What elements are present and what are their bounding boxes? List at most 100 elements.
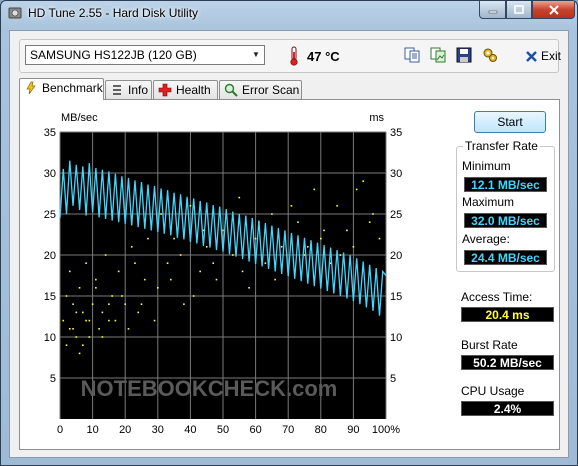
access-time-point bbox=[215, 278, 218, 281]
title-bar[interactable]: HD Tune 2.55 - Hard Disk Utility bbox=[1, 1, 577, 27]
maximum-label: Maximum bbox=[462, 195, 515, 209]
access-time-point bbox=[88, 336, 91, 338]
x-tick-label: 60 bbox=[249, 424, 261, 436]
access-time-point bbox=[166, 262, 169, 264]
access-time-point bbox=[143, 278, 146, 281]
client-area: SAMSUNG HS122JB (120 GB) ▼ 47 °C Exit Be… bbox=[9, 30, 569, 458]
start-button[interactable]: Start bbox=[474, 111, 546, 133]
health-icon bbox=[158, 83, 172, 97]
access-time-point bbox=[323, 229, 325, 232]
app-icon bbox=[8, 7, 22, 19]
access-time-point bbox=[368, 221, 371, 223]
close-icon bbox=[548, 4, 559, 15]
y2-tick-label: 5 bbox=[390, 373, 396, 385]
access-time-point bbox=[108, 319, 110, 322]
access-time-point bbox=[75, 311, 78, 314]
access-time-point bbox=[157, 287, 159, 289]
window-title: HD Tune 2.55 - Hard Disk Utility bbox=[28, 6, 199, 20]
x-tick-label: 50 bbox=[217, 424, 229, 436]
access-time-point bbox=[85, 319, 87, 322]
cpu-usage-value: 2.4% bbox=[461, 401, 554, 416]
thermometer-icon bbox=[290, 46, 298, 66]
y2-tick-label: 15 bbox=[390, 291, 402, 303]
x-tick-label: 20 bbox=[119, 424, 131, 436]
y-tick-label: 15 bbox=[44, 291, 56, 303]
access-time-label: Access Time: bbox=[461, 290, 533, 304]
average-label: Average: bbox=[462, 232, 510, 246]
tab-info[interactable]: Info bbox=[105, 80, 152, 99]
tab-error-scan[interactable]: Error Scan bbox=[219, 80, 302, 99]
access-time-point bbox=[62, 319, 65, 322]
y-tick-label: 5 bbox=[50, 373, 56, 385]
access-time-point bbox=[82, 344, 84, 346]
exit-label: Exit bbox=[541, 49, 562, 63]
benchmark-chart: NOTEBOOKCHECK.com MB/sec ms 0 10 20 30 40 50 6… bbox=[44, 112, 403, 436]
access-time-point bbox=[72, 328, 74, 330]
save-icon[interactable] bbox=[456, 47, 472, 63]
temperature-readout: 47 °C bbox=[307, 49, 340, 64]
y2-tick-label: 25 bbox=[390, 209, 402, 221]
access-time-point bbox=[183, 303, 185, 305]
access-time-point bbox=[88, 319, 91, 322]
access-time-point bbox=[231, 254, 234, 256]
minimum-label: Minimum bbox=[462, 159, 511, 173]
burst-rate-label: Burst Rate bbox=[461, 338, 518, 352]
access-time-point bbox=[134, 262, 136, 264]
access-time-point bbox=[78, 352, 81, 355]
access-time-point bbox=[95, 287, 97, 289]
drive-select-value: SAMSUNG HS122JB (120 GB) bbox=[30, 48, 197, 62]
access-time-point bbox=[271, 213, 273, 215]
access-time-point bbox=[280, 246, 283, 248]
minimize-button[interactable] bbox=[479, 1, 506, 19]
info-icon bbox=[113, 85, 121, 95]
access-time-point bbox=[205, 246, 208, 248]
access-time-point bbox=[336, 205, 338, 207]
x-tick-label: 70 bbox=[282, 424, 294, 436]
exit-icon bbox=[526, 50, 537, 62]
access-time-point bbox=[212, 262, 215, 264]
access-time-point bbox=[127, 328, 130, 330]
minimize-icon bbox=[488, 10, 497, 13]
access-time-point bbox=[85, 262, 87, 264]
maximum-value: 32.0 MB/sec bbox=[464, 213, 547, 228]
access-time-point bbox=[290, 205, 293, 207]
drive-select[interactable]: SAMSUNG HS122JB (120 GB) ▼ bbox=[25, 45, 265, 65]
chevron-down-icon: ▼ bbox=[252, 50, 260, 59]
copy-text-icon[interactable] bbox=[404, 47, 420, 63]
access-time-point bbox=[95, 278, 97, 281]
access-time-point bbox=[170, 278, 172, 281]
y2-tick-label: 30 bbox=[390, 168, 402, 180]
y2-tick-label: 20 bbox=[390, 250, 402, 262]
access-time-point bbox=[78, 287, 81, 289]
close-button[interactable] bbox=[532, 1, 575, 19]
access-time-point bbox=[72, 303, 74, 305]
access-time-point bbox=[372, 213, 374, 215]
access-time-point bbox=[274, 278, 276, 281]
options-icon[interactable] bbox=[482, 47, 498, 63]
access-time-point bbox=[98, 328, 100, 330]
access-time-point bbox=[248, 287, 250, 289]
benchmark-icon bbox=[26, 81, 36, 95]
copy-screenshot-icon[interactable] bbox=[430, 47, 446, 63]
access-time-point bbox=[189, 205, 192, 207]
tab-benchmark[interactable]: Benchmark bbox=[19, 78, 104, 100]
tab-health[interactable]: Health bbox=[153, 80, 218, 99]
access-time-point bbox=[104, 254, 107, 256]
access-time-point bbox=[192, 295, 195, 297]
access-time-point bbox=[362, 180, 364, 182]
exit-button[interactable]: Exit bbox=[525, 46, 561, 66]
access-time-point bbox=[339, 254, 342, 256]
access-time-point bbox=[68, 270, 71, 273]
toolbar: SAMSUNG HS122JB (120 GB) ▼ 47 °C Exit bbox=[19, 39, 561, 73]
access-time-point bbox=[121, 295, 123, 297]
access-time-point bbox=[75, 336, 78, 338]
x-tick-label: 30 bbox=[152, 424, 164, 436]
access-time-point bbox=[254, 237, 257, 240]
x-tick-label: 40 bbox=[184, 424, 196, 436]
access-time-point bbox=[91, 303, 94, 305]
access-time-point bbox=[65, 344, 68, 346]
y-tick-label: 35 bbox=[44, 127, 56, 139]
access-time-value: 20.4 ms bbox=[461, 307, 554, 322]
maximize-button[interactable] bbox=[506, 1, 532, 19]
access-time-point bbox=[114, 319, 117, 322]
